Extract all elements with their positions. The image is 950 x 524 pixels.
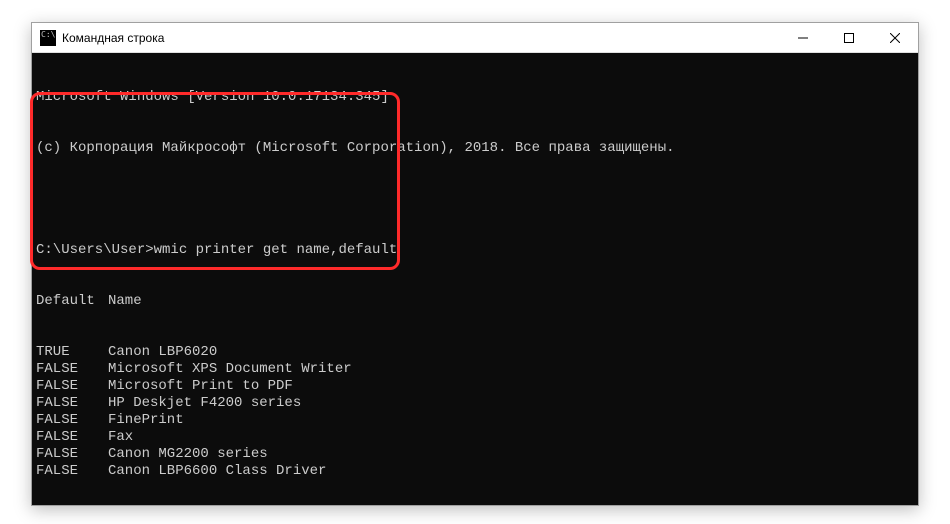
table-row: FALSECanon MG2200 series (36, 446, 914, 463)
prompt-line: C:\Users\User>wmic printer get name,defa… (36, 242, 914, 259)
table-row: FALSEHP Deskjet F4200 series (36, 395, 914, 412)
prompt-command: wmic printer get name,default (154, 242, 398, 258)
minimize-icon (798, 33, 808, 43)
minimize-button[interactable] (780, 23, 826, 52)
table-row: FALSEFinePrint (36, 412, 914, 429)
close-icon (890, 33, 900, 43)
banner-line: Microsoft Windows [Version 10.0.17134.34… (36, 89, 914, 106)
cell-default: FALSE (36, 378, 108, 395)
cell-name: HP Deskjet F4200 series (108, 395, 301, 412)
cell-name: Microsoft Print to PDF (108, 378, 293, 395)
cell-default: FALSE (36, 361, 108, 378)
table-row: FALSEFax (36, 429, 914, 446)
blank-line (36, 191, 914, 208)
maximize-button[interactable] (826, 23, 872, 52)
cell-name: Canon MG2200 series (108, 446, 268, 463)
table-row: TRUECanon LBP6020 (36, 344, 914, 361)
cell-name: Microsoft XPS Document Writer (108, 361, 352, 378)
cell-default: FALSE (36, 429, 108, 446)
window-title: Командная строка (62, 31, 780, 45)
cell-default: FALSE (36, 446, 108, 463)
banner-line: (c) Корпорация Майкрософт (Microsoft Cor… (36, 140, 914, 157)
cell-default: TRUE (36, 344, 108, 361)
table-rows: TRUECanon LBP6020FALSEMicrosoft XPS Docu… (36, 344, 914, 480)
command-prompt-window: Командная строка Microsoft Windows [Ver (31, 22, 919, 506)
cell-name: Fax (108, 429, 133, 446)
titlebar[interactable]: Командная строка (32, 23, 918, 53)
cell-default: FALSE (36, 463, 108, 480)
table-header: DefaultName (36, 293, 914, 310)
table-row: FALSECanon LBP6600 Class Driver (36, 463, 914, 480)
cell-name: Canon LBP6020 (108, 344, 217, 361)
header-default: Default (36, 293, 108, 310)
window-controls (780, 23, 918, 52)
table-row: FALSEMicrosoft XPS Document Writer (36, 361, 914, 378)
table-row: FALSEMicrosoft Print to PDF (36, 378, 914, 395)
header-name: Name (108, 293, 142, 310)
cmd-icon (40, 30, 56, 46)
close-button[interactable] (872, 23, 918, 52)
cell-default: FALSE (36, 412, 108, 429)
maximize-icon (844, 33, 854, 43)
prompt-prefix: C:\Users\User> (36, 242, 154, 258)
console-area[interactable]: Microsoft Windows [Version 10.0.17134.34… (32, 53, 918, 505)
cell-name: FinePrint (108, 412, 184, 429)
cell-default: FALSE (36, 395, 108, 412)
cell-name: Canon LBP6600 Class Driver (108, 463, 326, 480)
